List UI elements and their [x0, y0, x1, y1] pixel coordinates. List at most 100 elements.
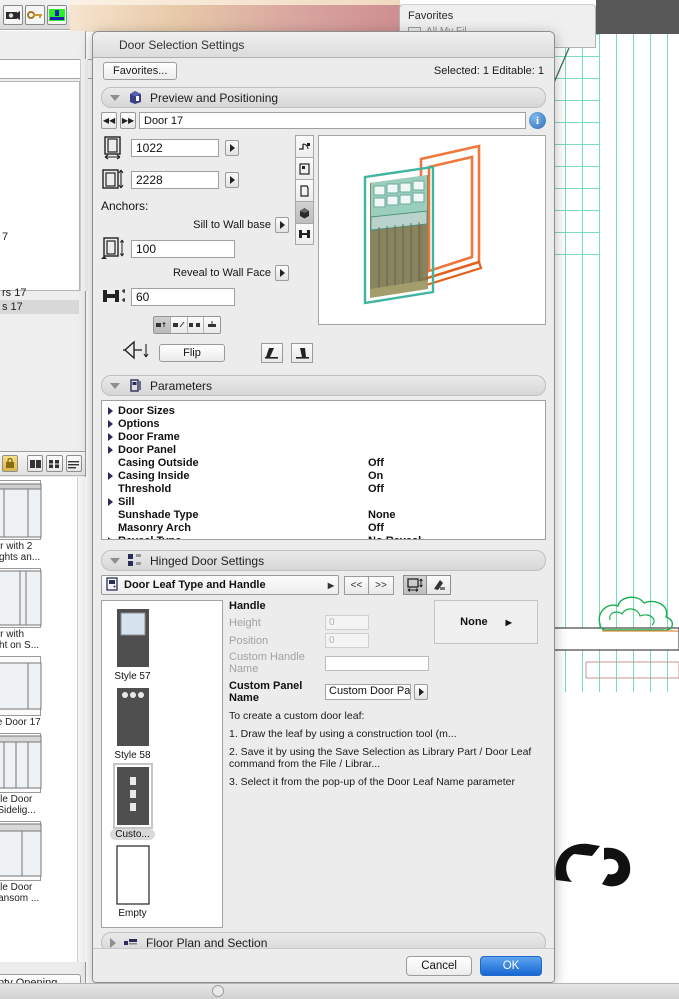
- section-view-icon[interactable]: [295, 223, 314, 245]
- custom-panel-popup-arrow-icon[interactable]: [414, 684, 428, 700]
- camera-icon[interactable]: [3, 5, 23, 25]
- expand-triangle-icon[interactable]: [108, 472, 118, 480]
- import-icon[interactable]: [47, 5, 67, 25]
- section-header-preview-positioning[interactable]: Preview and Positioning: [101, 87, 546, 108]
- sill-anchor-popup-arrow-icon[interactable]: [275, 217, 289, 233]
- view-large-icon[interactable]: [27, 455, 43, 472]
- door-3d-preview[interactable]: [318, 135, 546, 325]
- dialog-title-bar[interactable]: Door Selection Settings: [93, 32, 554, 58]
- chevron-down-icon[interactable]: [110, 95, 120, 101]
- door-leaf-type-select[interactable]: Door Leaf Type and Handle ▶: [101, 575, 339, 595]
- list-item[interactable]: oor with 2 elights an...: [0, 477, 87, 565]
- door-width-input[interactable]: [131, 139, 219, 157]
- info-icon[interactable]: i: [529, 112, 546, 129]
- resize-handle[interactable]: [212, 985, 224, 997]
- reveal-anchor-popup-arrow-icon[interactable]: [275, 265, 289, 281]
- door-height-input[interactable]: [131, 171, 219, 189]
- list-item[interactable]: 7: [0, 230, 79, 244]
- left-search-results-list[interactable]: 7 rs 17 s 17: [0, 81, 80, 291]
- door-style-option[interactable]: Style 58: [102, 686, 163, 765]
- view-grid-icon[interactable]: [46, 455, 62, 472]
- library-browser-list[interactable]: oor with 2 elights an... oor with light …: [0, 477, 87, 962]
- anchor-right-icon[interactable]: [188, 317, 205, 333]
- section-header-parameters[interactable]: Parameters: [101, 375, 546, 396]
- table-row[interactable]: Casing Inside On: [102, 469, 545, 482]
- table-row[interactable]: Door Panel: [102, 443, 545, 456]
- table-row[interactable]: Reveal Type No Reveal: [102, 534, 545, 540]
- sill-anchor-selector-row[interactable]: Sill to Wall base: [101, 217, 289, 233]
- table-row[interactable]: Sill: [102, 495, 545, 508]
- expand-triangle-icon[interactable]: [108, 407, 118, 415]
- list-item[interactable]: uble Door 2 Sidelig...: [0, 730, 87, 818]
- next-object-button[interactable]: ▶▶: [120, 112, 136, 129]
- left-search-row[interactable]: ▶: [0, 59, 80, 79]
- list-item[interactable]: uble Door Transom ...: [0, 818, 87, 906]
- table-row[interactable]: Door Frame: [102, 430, 545, 443]
- expand-triangle-icon[interactable]: [108, 420, 118, 428]
- expand-triangle-icon[interactable]: [108, 446, 118, 454]
- expand-triangle-icon[interactable]: [108, 498, 118, 506]
- list-item[interactable]: rs 17: [0, 286, 79, 300]
- opening-right-icon[interactable]: [291, 343, 313, 363]
- key-icon[interactable]: [25, 5, 45, 25]
- anchor-mid-icon[interactable]: [204, 317, 220, 333]
- preview-view-toolbar[interactable]: [295, 135, 314, 334]
- cancel-button[interactable]: Cancel: [406, 956, 472, 976]
- table-row[interactable]: Threshold Off: [102, 482, 545, 495]
- table-row[interactable]: Options: [102, 417, 545, 430]
- lock-icon[interactable]: [2, 455, 18, 472]
- app-toolbar[interactable]: [0, 0, 70, 30]
- left-panel-scrollbar[interactable]: [80, 59, 88, 291]
- chevron-right-icon[interactable]: ▶: [328, 581, 334, 590]
- library-browser-scrollbar[interactable]: [77, 477, 85, 962]
- chevron-right-icon[interactable]: [110, 938, 116, 948]
- door-style-option[interactable]: Style 57: [102, 607, 163, 686]
- custom-panel-name-value[interactable]: Custom Door Panel L: [325, 684, 411, 700]
- custom-handle-name-input[interactable]: [325, 656, 429, 671]
- library-browser-toolbar[interactable]: [0, 452, 85, 476]
- table-row[interactable]: Casing Outside Off: [102, 456, 545, 469]
- anchor-position-segmented-control[interactable]: [153, 316, 221, 334]
- height-popup-arrow-icon[interactable]: [225, 172, 239, 188]
- material-mode-icon[interactable]: [427, 575, 451, 595]
- handle-type-select[interactable]: None ▶: [434, 600, 538, 644]
- handle-height-input[interactable]: [325, 615, 369, 630]
- 3d-view-icon[interactable]: [295, 201, 314, 223]
- chevron-down-icon[interactable]: [110, 383, 120, 389]
- section-header-floor-plan-section[interactable]: Floor Plan and Section: [101, 932, 546, 948]
- next-page-button[interactable]: >>: [369, 576, 394, 595]
- previous-page-button[interactable]: <<: [344, 576, 369, 595]
- door-style-option[interactable]: Empty: [102, 844, 163, 923]
- reveal-anchor-input[interactable]: [131, 288, 235, 306]
- parameters-list[interactable]: Door Sizes Options Door Frame Door Panel: [101, 400, 546, 540]
- width-popup-arrow-icon[interactable]: [225, 140, 239, 156]
- sill-anchor-input[interactable]: [131, 240, 235, 258]
- view-list-icon[interactable]: [66, 455, 82, 472]
- expand-triangle-icon[interactable]: [108, 537, 118, 541]
- reveal-anchor-selector-row[interactable]: Reveal to Wall Face: [101, 265, 289, 281]
- list-item[interactable]: oor with light on S...: [0, 565, 87, 653]
- anchor-center-icon[interactable]: [171, 317, 188, 333]
- list-item[interactable]: s 17: [0, 300, 79, 314]
- favorites-button[interactable]: Favorites...: [103, 62, 177, 80]
- opening-left-icon[interactable]: [261, 343, 283, 363]
- floor-plan-icon[interactable]: [295, 135, 314, 157]
- list-item[interactable]: ole Door 17: [0, 653, 87, 730]
- expand-triangle-icon[interactable]: [108, 433, 118, 441]
- side-view-icon[interactable]: [295, 179, 314, 201]
- door-style-option[interactable]: Custo...: [102, 765, 163, 844]
- flip-button[interactable]: Flip: [159, 344, 225, 362]
- ok-button[interactable]: OK: [480, 956, 542, 976]
- handle-position-input[interactable]: [325, 633, 369, 648]
- section-header-hinged-door[interactable]: Hinged Door Settings: [101, 550, 546, 571]
- front-view-icon[interactable]: [295, 157, 314, 179]
- previous-object-button[interactable]: ◀◀: [101, 112, 117, 129]
- table-row[interactable]: Masonry Arch Off: [102, 521, 545, 534]
- chevron-right-icon[interactable]: ▶: [506, 618, 512, 627]
- table-row[interactable]: Sunshade Type None: [102, 508, 545, 521]
- anchor-left-icon[interactable]: [154, 317, 171, 333]
- object-name-input[interactable]: [139, 112, 526, 129]
- chevron-down-icon[interactable]: [110, 558, 120, 564]
- size-mode-icon[interactable]: [403, 575, 427, 595]
- door-style-grid[interactable]: Style 57 Style 58 Custo...: [101, 600, 223, 928]
